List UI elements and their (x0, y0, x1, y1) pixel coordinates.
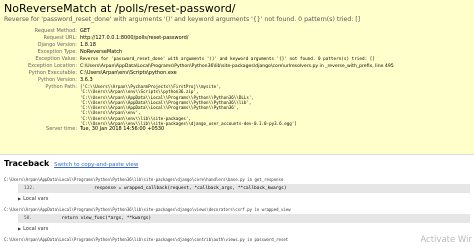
local-vars-toggle[interactable]: ▶ Local vars (18, 196, 48, 202)
meta-row-exception-location: Exception Location: C:\Users\Arpan\AppDa… (0, 63, 394, 70)
meta-value: C:\Users\Arpan\AppData\Local\Programs\Py… (80, 64, 394, 69)
line-number: 132. (24, 186, 35, 191)
traceback-heading: Traceback Switch to copy-and-paste view (4, 159, 138, 168)
meta-value: Reverse for 'password_reset_done' with a… (80, 57, 375, 62)
error-summary: NoReverseMatch at /polls/reset-password/… (0, 0, 474, 155)
meta-row-python-executable: Python Executable: C:\Users\Arpan\env\Sc… (0, 70, 394, 77)
meta-label: Request Method: (34, 28, 77, 34)
meta-row-request-method: Request Method: GET (0, 28, 394, 35)
meta-value: 3.6.3 (80, 77, 93, 83)
meta-row-exception-type: Exception Type: NoReverseMatch (0, 49, 394, 56)
frame-file-path: C:\Users\Arpan\AppData\Local\Programs\Py… (4, 207, 291, 212)
request-meta-table: Request Method: GET Request URL: http://… (0, 28, 394, 133)
meta-label: Django Version: (37, 42, 77, 48)
frame-context-line[interactable]: 58. return view_func(*args, **kwargs) (18, 214, 470, 223)
python-path-list: ['C:\\Users\\Arpan\\PycharmProjects\\Fir… (80, 84, 394, 126)
frame-file-path: C:\Users\Arpan\AppData\Local\Programs\Py… (4, 237, 289, 242)
frame-context-line[interactable]: 132. response = wrapped_callback(request… (18, 184, 470, 193)
meta-row-python-path: Python Path: ['C:\\Users\\Arpan\\Pycharm… (0, 84, 394, 126)
meta-value: http://127.0.0.1:8000/polls/reset-passwo… (80, 35, 189, 41)
code-text: response = wrapped_callback(request, *ca… (40, 186, 287, 191)
code-text: return view_func(*args, **kwargs) (40, 216, 152, 221)
local-vars-toggle[interactable]: ▶ Local vars (18, 226, 48, 232)
meta-label: Exception Value: (35, 56, 77, 62)
meta-label: Request URL: (43, 35, 77, 41)
meta-row-request-url: Request URL: http://127.0.0.1:8000/polls… (0, 35, 394, 42)
meta-value: ['C:\\Users\\Arpan\\PycharmProjects\\Fir… (80, 84, 394, 126)
triangle-right-icon: ▶ (18, 226, 22, 231)
traceback-title: Traceback (4, 159, 50, 168)
meta-label: Python Path: (45, 84, 77, 90)
meta-label: Exception Type: (37, 49, 77, 55)
meta-label: Python Executable: (28, 70, 77, 76)
meta-value: NoReverseMatch (80, 49, 123, 55)
meta-value: C:\Users\Arpan\env\Scripts\python.exe (80, 70, 177, 76)
page-title: NoReverseMatch at /polls/reset-password/ (4, 2, 236, 15)
line-number: 58. (24, 216, 33, 221)
meta-label: Server time: (46, 126, 77, 133)
meta-row-server-time: Server time: Tue, 30 Jan 2018 14:56:00 +… (0, 126, 394, 133)
local-vars-label: Local vars (23, 226, 49, 232)
meta-label: Python Version: (38, 77, 77, 83)
frame-file-path: C:\Users\Arpan\AppData\Local\Programs\Py… (4, 177, 284, 182)
local-vars-label: Local vars (23, 196, 49, 202)
meta-value: 1.8.18 (80, 42, 96, 48)
triangle-right-icon: ▶ (18, 196, 22, 201)
switch-to-copy-paste-link[interactable]: Switch to copy-and-paste view (54, 162, 138, 168)
meta-value: Tue, 30 Jan 2018 14:56:00 +0530 (80, 126, 165, 133)
meta-label: Exception Location: (27, 63, 77, 69)
meta-row-python-version: Python Version: 3.6.3 (0, 77, 394, 84)
meta-row-exception-value: Exception Value: Reverse for 'password_r… (0, 56, 394, 63)
meta-value: GET (80, 28, 91, 34)
exception-message: Reverse for 'password_reset_done' with a… (4, 16, 361, 23)
activate-windows-watermark: Activate Wir (420, 235, 472, 245)
meta-row-django-version: Django Version: 1.8.18 (0, 42, 394, 49)
